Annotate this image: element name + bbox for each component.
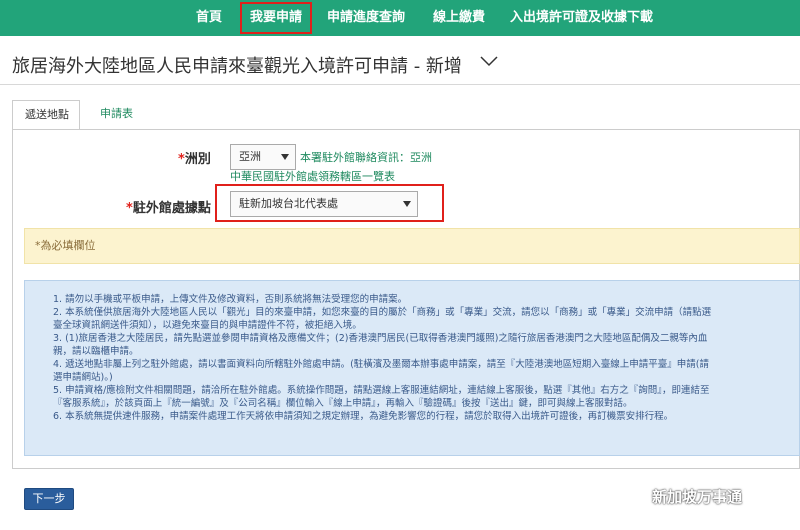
- notice-item: 3. (1)旅居香港之大陸居民，請先點選並參閱申請資格及應備文件；(2)香港澳門…: [53, 333, 708, 344]
- nav-status-query[interactable]: 申請進度查詢: [327, 0, 405, 36]
- office-jurisdiction-link[interactable]: 中華民國駐外館處領務轄區一覽表: [230, 168, 395, 184]
- notice-item: 2. 本系統僅供旅居海外大陸地區人民以「觀光」目的來臺申請，如您來臺的目的屬於「…: [53, 307, 712, 318]
- title-divider: [0, 84, 800, 85]
- notice-item: 5. 申請資格/應檢附文件相關問題，請洽所在駐外館處。系統操作問題，請點選線上客…: [53, 385, 710, 396]
- notice-item: 1. 請勿以手機或平板申請，上傳文件及修改資料，否則系統將無法受理您的申請案。: [53, 294, 408, 305]
- nav-apply[interactable]: 我要申請: [240, 2, 313, 34]
- office-contact-info[interactable]: 本署駐外館聯絡資訊：亞洲: [300, 149, 432, 165]
- page-title: 旅居海外大陸地區人民申請來臺觀光入境許可申請 - 新增: [12, 56, 462, 77]
- continent-label: *洲別: [178, 152, 211, 167]
- wechat-icon: [618, 486, 642, 505]
- continent-select[interactable]: 亞洲: [230, 144, 296, 170]
- nav-online-payment[interactable]: 線上繳費: [433, 0, 485, 36]
- chevron-down-icon: [281, 154, 289, 160]
- tab-delivery-location[interactable]: 遞送地點: [12, 100, 80, 130]
- nav-home[interactable]: 首頁: [196, 0, 222, 36]
- notice-item: 選申請網站)。): [53, 372, 113, 383]
- notice-list: 1. 請勿以手機或平板申請，上傳文件及修改資料，否則系統將無法受理您的申請案。 …: [25, 281, 799, 423]
- notice-item: 『客服系統』，於該頁面上『統一編號』及『公司名稱』欄位輸入『線上申請』，再輸入『…: [53, 398, 633, 409]
- notice-panel: 1. 請勿以手機或平板申請，上傳文件及修改資料，否則系統將無法受理您的申請案。 …: [24, 280, 800, 456]
- chevron-down-icon: [403, 201, 411, 207]
- notice-item: 4. 遞送地點非屬上列之駐外館處，請以書面資料向所轄駐外館處申請。(駐橫濱及墨爾…: [53, 359, 709, 370]
- required-field-note: *為必填欄位: [24, 228, 800, 264]
- notice-item: 6. 本系統無提供速件服務，申請案件處理工作天將依申請須知之規定辦理，為避免影響…: [53, 411, 674, 422]
- notice-item: 臺全球資訊網送件須知），以避免來臺目的與申請證件不符，被拒絕入境。: [53, 320, 362, 331]
- next-button[interactable]: 下一步: [24, 488, 74, 510]
- tab-application-form[interactable]: 申請表: [88, 100, 145, 130]
- nav-permit-download[interactable]: 入出境許可證及收據下載: [510, 0, 653, 36]
- chevron-down-icon[interactable]: [480, 55, 498, 67]
- watermark-text: 新加坡万事通: [652, 488, 743, 506]
- office-select[interactable]: 駐新加坡台北代表處: [230, 191, 418, 217]
- office-label: *駐外館處據點: [126, 201, 211, 216]
- top-nav: 首頁 我要申請 申請進度查詢 線上繳費 入出境許可證及收據下載: [0, 0, 800, 36]
- notice-item: 親，請以臨櫃申請。: [53, 346, 139, 357]
